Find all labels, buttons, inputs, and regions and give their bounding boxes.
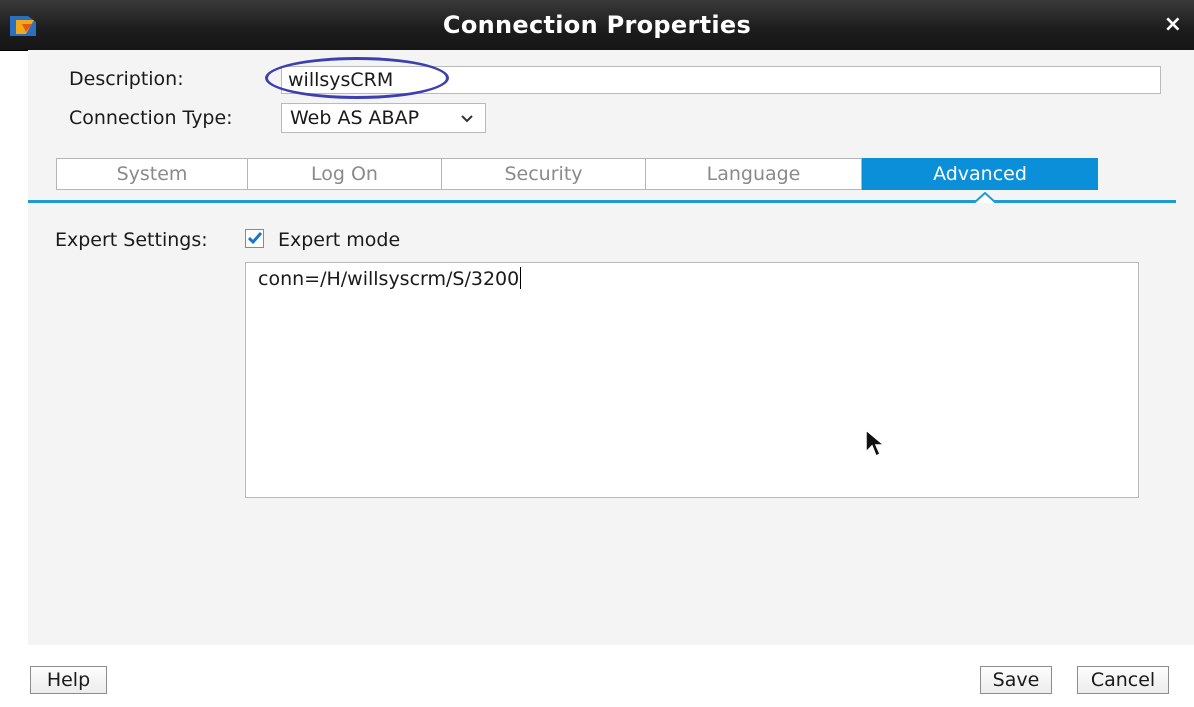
checkmark-icon xyxy=(247,232,263,245)
active-tab-pointer xyxy=(974,192,996,203)
tab-security[interactable]: Security xyxy=(441,158,646,190)
cancel-button[interactable]: Cancel xyxy=(1077,666,1169,694)
window-title: Connection Properties xyxy=(442,11,752,39)
description-input[interactable] xyxy=(281,66,1161,94)
chevron-down-icon xyxy=(461,115,473,123)
tab-bar: System Log On Security Language Advanced xyxy=(56,158,1098,190)
expert-settings-label: Expert Settings: xyxy=(55,229,208,251)
tab-system[interactable]: System xyxy=(56,158,248,190)
save-button[interactable]: Save xyxy=(980,666,1052,694)
connection-type-label: Connection Type: xyxy=(69,107,233,129)
expert-mode-checkbox[interactable] xyxy=(245,229,264,248)
mouse-pointer-icon xyxy=(865,428,887,458)
expert-mode-label: Expert mode xyxy=(278,229,401,251)
connection-string: conn=/H/willsyscrm/S/3200 xyxy=(258,268,520,290)
close-icon[interactable]: × xyxy=(1164,14,1182,36)
text-caret xyxy=(520,267,522,289)
connection-type-value: Web AS ABAP xyxy=(290,107,420,129)
tab-log-on[interactable]: Log On xyxy=(247,158,442,190)
tab-underline xyxy=(28,200,1176,203)
title-bar: Connection Properties × xyxy=(0,0,1194,51)
help-button[interactable]: Help xyxy=(30,666,107,694)
tab-language[interactable]: Language xyxy=(645,158,862,190)
tab-advanced[interactable]: Advanced xyxy=(862,158,1098,190)
description-label: Description: xyxy=(69,68,184,90)
expert-settings-textarea[interactable]: conn=/H/willsyscrm/S/3200 xyxy=(245,262,1139,498)
connection-type-select[interactable]: Web AS ABAP xyxy=(281,103,486,133)
